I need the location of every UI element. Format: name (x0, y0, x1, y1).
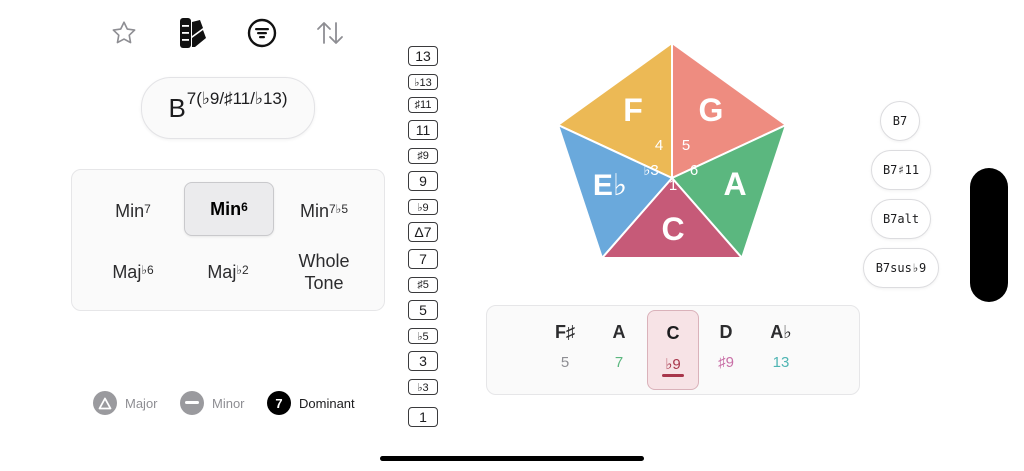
scale-name: Maj (207, 262, 237, 282)
note-interval: 7 (614, 354, 624, 371)
favorite-button[interactable] (104, 14, 144, 52)
pentagon-note-a: A (723, 166, 746, 202)
scale-sup: 7 (144, 202, 151, 216)
scale-option-majb6[interactable]: Maj ♭6 (89, 246, 177, 298)
chord-extension: 7(♭9/♯11/♭13) (186, 89, 288, 108)
pentagon-chord-wheel: F G A C E♭ 4 5 6 1 ♭3 (557, 42, 787, 259)
note-interval: 13 (772, 354, 790, 371)
pentagon-degree-a: 6 (690, 162, 698, 179)
note-a-flat[interactable]: A♭ 13 (756, 310, 806, 390)
interval-9[interactable]: 9 (408, 171, 438, 191)
note-a[interactable]: A 7 (594, 310, 644, 390)
palette-icon (180, 18, 206, 48)
note-name: C (666, 323, 680, 343)
scale-sup: 7♭5 (329, 202, 349, 216)
home-indicator[interactable] (380, 456, 644, 461)
scale-selector: Min 7 Min 6 Min 7♭5 Maj ♭6 Maj ♭2 Whole Tone (71, 169, 385, 311)
scale-option-min7b5[interactable]: Min 7♭5 (280, 185, 368, 237)
scale-option-min7[interactable]: Min 7 (89, 185, 177, 237)
interval-b9[interactable]: ♭9 (408, 199, 438, 215)
scale-name: Min (299, 201, 329, 221)
pentagon-note-c: C (661, 211, 684, 247)
pentagon-degree-c: 1 (669, 177, 677, 194)
selected-indicator (662, 374, 684, 377)
sort-icon (317, 22, 343, 44)
interval-5[interactable]: 5 (408, 300, 438, 320)
chord-name-display[interactable]: B 7(♭9/♯11/♭13) (141, 77, 315, 139)
scale-sup: 6 (241, 200, 248, 214)
scale-option-min6[interactable]: Min 6 (184, 182, 274, 236)
scale-name: Min (210, 199, 242, 219)
note-d[interactable]: D ♯9 (701, 310, 751, 390)
palette-button[interactable] (172, 14, 212, 52)
dominant-icon: 7 (267, 391, 291, 415)
scale-option-majb2[interactable]: Maj ♭2 (184, 246, 272, 298)
interval-s11[interactable]: ♯11 (408, 97, 438, 113)
note-c[interactable]: C ♭9 (647, 310, 699, 390)
interval-s5[interactable]: ♯5 (408, 277, 438, 293)
interval-13[interactable]: 13 (408, 46, 438, 66)
scale-sup: ♭2 (236, 263, 249, 277)
interval-11[interactable]: 11 (408, 120, 438, 140)
pentagon-degree-g: 5 (682, 137, 690, 154)
pentagon-note-g: G (699, 92, 724, 128)
scale-name: Whole Tone (298, 251, 350, 293)
pentagon-note-eb: E♭ (593, 169, 627, 202)
pentagon-degree-eb: ♭3 (643, 162, 658, 179)
major-icon (93, 391, 117, 415)
chord-option-b7alt[interactable]: B7alt (871, 199, 931, 239)
interval-3[interactable]: 3 (408, 351, 438, 371)
legend-major: Major (93, 391, 158, 415)
note-interval: ♭9 (665, 356, 681, 373)
interval-1[interactable]: 1 (408, 407, 438, 427)
note-name: A (612, 322, 626, 342)
chord-root: B (168, 92, 186, 123)
sort-button[interactable] (310, 14, 350, 52)
note-name: F♯ (555, 322, 575, 342)
scale-name: Min (115, 201, 145, 221)
note-f-sharp[interactable]: F♯ 5 (540, 310, 590, 390)
minor-icon (180, 391, 204, 415)
chord-option-b7[interactable]: B7 (880, 101, 920, 141)
note-name: A♭ (770, 322, 792, 342)
side-scroll-handle[interactable] (970, 168, 1008, 302)
scale-sup: ♭6 (141, 263, 154, 277)
scale-option-whole-tone[interactable]: Whole Tone (280, 246, 368, 298)
star-icon (112, 21, 136, 44)
note-interval: 5 (560, 354, 570, 371)
legend-label: Dominant (299, 395, 355, 411)
pentagon-degree-f: 4 (655, 137, 663, 154)
filter-button[interactable] (242, 14, 282, 52)
interval-maj7[interactable]: Δ7 (408, 222, 438, 242)
note-name: D (719, 322, 733, 342)
chord-option-b7susb9[interactable]: B7sus♭9 (863, 248, 939, 288)
interval-7[interactable]: 7 (408, 249, 438, 269)
interval-b5[interactable]: ♭5 (408, 328, 438, 344)
legend-minor: Minor (180, 391, 245, 415)
legend-label: Major (125, 395, 158, 411)
scale-name: Maj (112, 262, 142, 282)
note-interval: ♯9 (718, 354, 734, 371)
interval-b13[interactable]: ♭13 (408, 74, 438, 90)
interval-b3[interactable]: ♭3 (408, 379, 438, 395)
chord-option-b7s11[interactable]: B7♯11 (871, 150, 931, 190)
pentagon-note-f: F (623, 92, 643, 128)
filter-icon (247, 18, 277, 48)
interval-s9[interactable]: ♯9 (408, 148, 438, 164)
scale-notes-strip: F♯ 5 A 7 C ♭9 D ♯9 A♭ 13 (486, 305, 860, 395)
legend-dominant: 7 Dominant (267, 391, 355, 415)
legend-label: Minor (212, 395, 245, 411)
